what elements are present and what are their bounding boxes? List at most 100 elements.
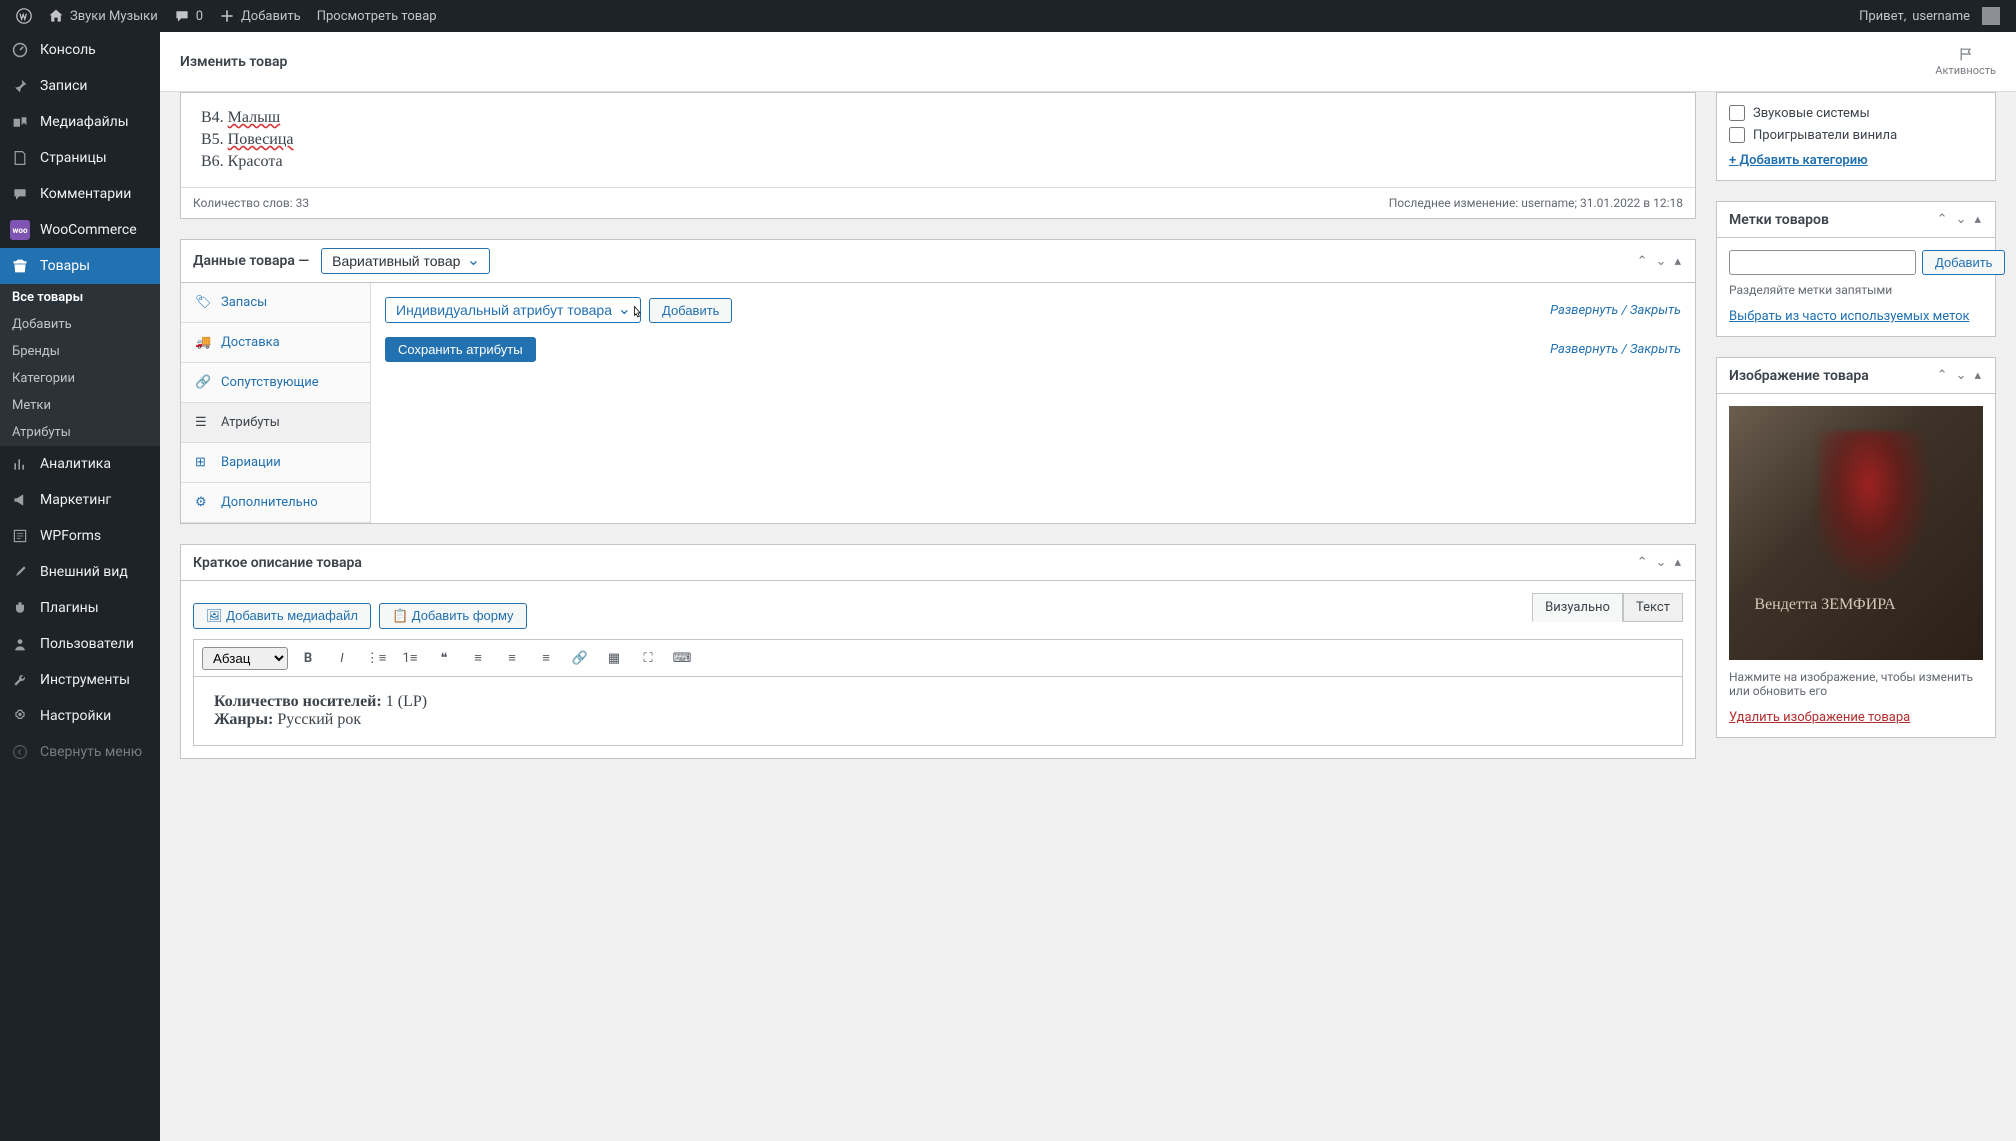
menu-media[interactable]: Медиафайлы — [0, 104, 160, 140]
save-attributes-button[interactable]: Сохранить атрибуты — [385, 337, 536, 362]
add-tag-button[interactable]: Добавить — [1922, 250, 2005, 275]
product-data-panel: Данные товара — Вариативный товар ⌃ ⌄ ▴ — [180, 239, 1696, 524]
menu-comments[interactable]: Комментарии — [0, 176, 160, 212]
plugin-icon — [10, 598, 30, 618]
comments-link[interactable]: 0 — [166, 0, 211, 32]
quote-button[interactable]: ❝ — [430, 644, 458, 672]
more-button[interactable]: ▦ — [600, 644, 628, 672]
chevron-up-icon[interactable]: ⌃ — [1635, 252, 1650, 271]
activity-button[interactable]: Активность — [1935, 46, 1996, 77]
view-product-link[interactable]: Просмотреть товар — [309, 0, 445, 32]
tab-variations[interactable]: ⊞Вариации — [181, 443, 370, 483]
pin-icon — [10, 76, 30, 96]
form-icon: 📋 — [392, 608, 408, 623]
chevron-up-icon[interactable]: ⌃ — [1935, 210, 1950, 229]
number-list-button[interactable]: 1≡ — [396, 644, 424, 672]
bullet-list-button[interactable]: ⋮≡ — [362, 644, 390, 672]
menu-tools[interactable]: Инструменты — [0, 662, 160, 698]
chevron-down-icon[interactable]: ⌄ — [1654, 252, 1669, 271]
new-content-link[interactable]: Добавить — [211, 0, 309, 32]
menu-pages[interactable]: Страницы — [0, 140, 160, 176]
menu-marketing[interactable]: Маркетинг — [0, 482, 160, 518]
remove-image-link[interactable]: Удалить изображение товара — [1729, 710, 1910, 725]
media-icon — [10, 112, 30, 132]
editor-toolbar: Абзац B I ⋮≡ 1≡ ❝ ≡ ≡ ≡ 🔗 ▦ ⛶ ⌨ — [193, 639, 1683, 676]
chevron-up-icon[interactable]: ⌃ — [1635, 553, 1650, 572]
attribute-select[interactable]: Индивидуальный атрибут товара — [385, 297, 641, 323]
wp-logo[interactable] — [8, 0, 40, 32]
image-hint: Нажмите на изображение, чтобы изменить и… — [1729, 670, 1983, 698]
description-editor: B4. Малыш B5. Повесица B6. Красота Колич… — [180, 92, 1696, 219]
menu-dashboard[interactable]: Консоль — [0, 32, 160, 68]
menu-users[interactable]: Пользователи — [0, 626, 160, 662]
chevron-up-icon[interactable]: ⌃ — [1935, 366, 1950, 385]
add-form-button[interactable]: 📋 Добавить форму — [379, 603, 527, 629]
tab-advanced[interactable]: ⚙Дополнительно — [181, 483, 370, 523]
align-left-button[interactable]: ≡ — [464, 644, 492, 672]
site-name-link[interactable]: Звуки Музыки — [40, 0, 166, 32]
chevron-down-icon[interactable]: ⌄ — [1954, 366, 1969, 385]
submenu-attributes[interactable]: Атрибуты — [0, 419, 160, 446]
menu-analytics[interactable]: Аналитика — [0, 446, 160, 482]
woo-icon: woo — [10, 220, 30, 240]
align-center-button[interactable]: ≡ — [498, 644, 526, 672]
product-icon — [10, 256, 30, 276]
menu-settings[interactable]: Настройки — [0, 698, 160, 734]
menu-plugins[interactable]: Плагины — [0, 590, 160, 626]
account-link[interactable]: Привет, username — [1851, 0, 2008, 32]
page-title: Изменить товар — [180, 54, 287, 70]
image-title: Изображение товара — [1729, 368, 1869, 384]
short-desc-editor[interactable]: Количество носителей: 1 (LP) Жанры: Русс… — [193, 676, 1683, 746]
caret-up-icon[interactable]: ▴ — [1972, 210, 1983, 229]
tag-input[interactable] — [1729, 250, 1916, 275]
caret-up-icon[interactable]: ▴ — [1972, 366, 1983, 385]
user-icon — [10, 634, 30, 654]
tags-title: Метки товаров — [1729, 212, 1829, 228]
align-right-button[interactable]: ≡ — [532, 644, 560, 672]
avatar-icon — [1982, 7, 2000, 25]
add-attribute-button[interactable]: Добавить — [649, 298, 732, 323]
chevron-down-icon[interactable]: ⌄ — [1954, 210, 1969, 229]
paragraph-select[interactable]: Абзац — [202, 647, 288, 670]
caret-up-icon[interactable]: ▴ — [1672, 553, 1683, 572]
submenu-brands[interactable]: Бренды — [0, 338, 160, 365]
submenu-categories[interactable]: Категории — [0, 365, 160, 392]
text-tab[interactable]: Текст — [1623, 593, 1683, 622]
menu-woocommerce[interactable]: wooWooCommerce — [0, 212, 160, 248]
product-type-select[interactable]: Вариативный товар — [321, 248, 490, 274]
submenu-tags[interactable]: Метки — [0, 392, 160, 419]
bold-button[interactable]: B — [294, 644, 322, 672]
toolbar-toggle-button[interactable]: ⌨ — [668, 644, 696, 672]
expand-close-link-1[interactable]: Развернуть / Закрыть — [1550, 303, 1681, 318]
short-desc-title: Краткое описание товара — [193, 555, 362, 571]
add-media-button[interactable]: 🖼 Добавить медиафайл — [193, 603, 371, 629]
tab-inventory[interactable]: 🏷Запасы — [181, 283, 370, 323]
choose-tags-link[interactable]: Выбрать из часто используемых меток — [1729, 309, 1970, 324]
tab-shipping[interactable]: 🚚Доставка — [181, 323, 370, 363]
category-checkbox-vinyl[interactable] — [1729, 127, 1745, 143]
tab-linked[interactable]: 🔗Сопутствующие — [181, 363, 370, 403]
menu-collapse[interactable]: Свернуть меню — [0, 734, 160, 770]
comments-count: 0 — [196, 9, 203, 24]
submenu-all-products[interactable]: Все товары — [0, 284, 160, 311]
page-icon — [10, 148, 30, 168]
caret-up-icon[interactable]: ▴ — [1672, 252, 1683, 271]
link-button[interactable]: 🔗 — [566, 644, 594, 672]
menu-posts[interactable]: Записи — [0, 68, 160, 104]
expand-close-link-2[interactable]: Развернуть / Закрыть — [1550, 342, 1681, 357]
add-category-link[interactable]: + Добавить категорию — [1729, 153, 1868, 168]
visual-tab[interactable]: Визуально — [1532, 593, 1623, 622]
menu-wpforms[interactable]: WPForms — [0, 518, 160, 554]
tab-attributes[interactable]: ☰Атрибуты — [181, 403, 370, 443]
fullscreen-button[interactable]: ⛶ — [634, 644, 662, 672]
new-label: Добавить — [241, 9, 301, 24]
submenu-add-product[interactable]: Добавить — [0, 311, 160, 338]
product-image[interactable] — [1729, 406, 1983, 660]
flag-icon — [1958, 46, 1974, 62]
menu-appearance[interactable]: Внешний вид — [0, 554, 160, 590]
editor-body[interactable]: B4. Малыш B5. Повесица B6. Красота — [181, 93, 1695, 187]
chevron-down-icon[interactable]: ⌄ — [1654, 553, 1669, 572]
italic-button[interactable]: I — [328, 644, 356, 672]
menu-products[interactable]: Товары — [0, 248, 160, 284]
category-checkbox-sound[interactable] — [1729, 105, 1745, 121]
